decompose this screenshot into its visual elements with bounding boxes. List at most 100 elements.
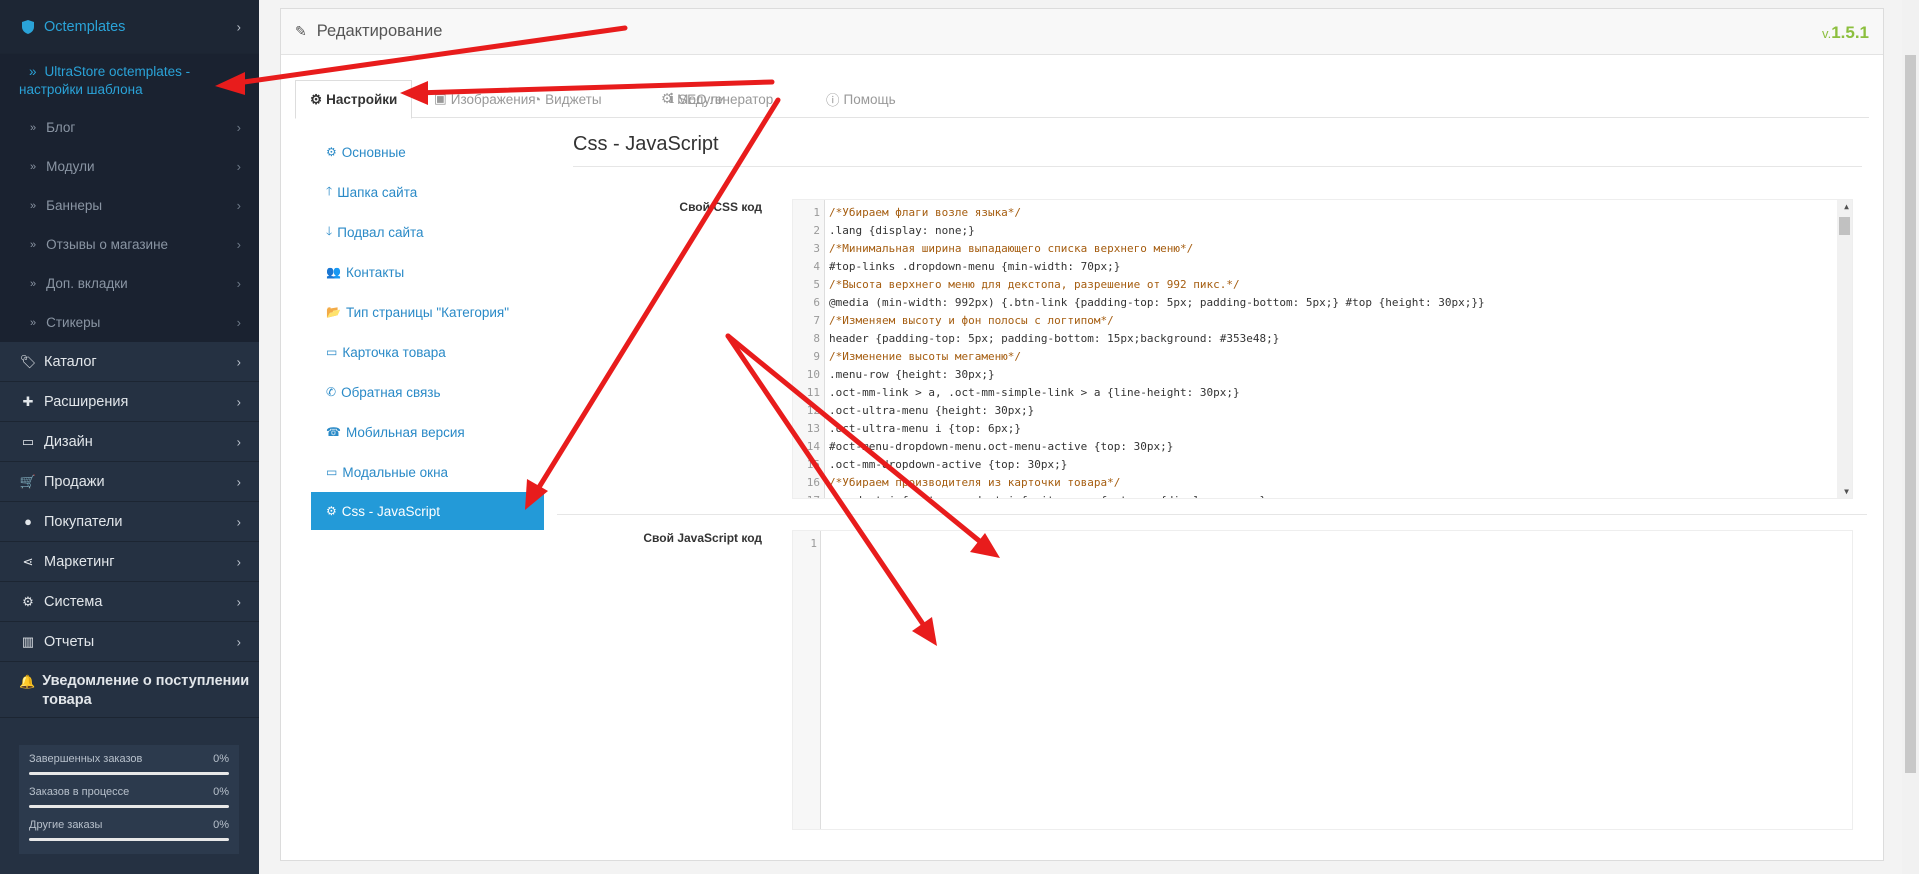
bell-icon: 🔔 (19, 674, 36, 689)
tab-label: Помощь (843, 91, 896, 107)
order-stat: Завершенных заказов 0% (29, 753, 229, 786)
line-number: 15 (806, 458, 820, 471)
sidebar-item-label: Маркетинг (44, 553, 115, 570)
code-line: 16 /*Убираем производителя из карточки то… (793, 474, 1837, 492)
nav-item[interactable]: ☎ Мобильная версия (311, 412, 544, 452)
nav-item-label: Подвал сайта (337, 224, 424, 240)
chevron-right-icon: › (236, 315, 241, 330)
editor-scrollbar[interactable]: ▲ ▼ (1837, 200, 1852, 498)
double-chevron-icon: » (29, 64, 37, 79)
tab-settings[interactable]: ⚙ Настройки (295, 80, 413, 119)
sidebar-item-label: Дизайн (44, 433, 93, 450)
code-line: 6 @media (min-width: 992px) {.btn-link {p… (793, 294, 1837, 312)
sidebar-subitem[interactable]: » Отзывы о магазине › (0, 225, 259, 264)
puzzle-icon: ✚ (22, 393, 34, 409)
line-number: 13 (806, 422, 820, 435)
gear-icon: ⚙ (326, 504, 337, 518)
line-number: 17 (793, 492, 820, 498)
js-code-editor[interactable]: 1 (792, 530, 1853, 830)
settings-nav: ⚙ Основные 🡑 Шапка сайта 🡓 Подвал сайта 👥 Конта… (311, 132, 544, 530)
editor-scroll-thumb[interactable] (1839, 217, 1850, 235)
tab-item[interactable]: ⓘ Помощь (826, 80, 896, 118)
code-text: .oct-ultra-menu {height: 30px;} (829, 404, 1035, 417)
scroll-down-icon[interactable]: ▼ (1844, 487, 1849, 496)
nav-item[interactable]: ⚙ Основные (311, 132, 544, 172)
info-icon: ℹ (669, 91, 675, 106)
content-area: Css - JavaScript (573, 133, 1869, 167)
css-code-label: Свой CSS код (679, 200, 762, 214)
chevron-right-icon: › (236, 554, 241, 569)
nav-item[interactable]: ▭ Карточка товара (311, 332, 544, 372)
chevron-right-icon: › (236, 354, 241, 369)
tab-item[interactable]: ▣ Изображения (434, 80, 536, 118)
sidebar-item[interactable]: ▭ Дизайн › (0, 422, 259, 462)
page-scroll-thumb[interactable] (1905, 55, 1916, 773)
sidebar-subitem[interactable]: » Доп. вкладки › (0, 264, 259, 303)
nav-item-label: Карточка товара (342, 344, 446, 360)
order-stat-bar (29, 838, 229, 841)
sidebar-subitem[interactable]: » Модули › (0, 147, 259, 186)
tab-item[interactable]: ◔ Виджеты (533, 80, 602, 118)
gear-icon: ⚙ (22, 593, 34, 609)
double-chevron-icon: » (30, 199, 37, 212)
order-stat-label: Другие заказы (29, 819, 103, 831)
gear-icon: ⚙ (326, 145, 337, 159)
sidebar-item[interactable]: 🛒 Продажи › (0, 462, 259, 502)
tab-label: Изображения (450, 91, 536, 107)
css-code-editor[interactable]: 1 /*Убираем флаги возле языка*/ 2 .lang {di… (792, 199, 1853, 499)
nav-item[interactable]: 👥 Контакты (311, 252, 544, 292)
sidebar-item[interactable]: ● Покупатели › (0, 502, 259, 542)
page-scrollbar[interactable] (1902, 0, 1919, 874)
version-label: v.1.5.1 (1822, 23, 1869, 43)
sidebar-subitem[interactable]: » Блог › (0, 108, 259, 147)
tab-label: Виджеты (545, 91, 602, 107)
sidebar-item-label: Расширения (44, 393, 129, 410)
sidebar-item[interactable]: ▥ Отчеты › (0, 622, 259, 662)
folder-open-icon: 📂 (326, 305, 341, 319)
code-text: /*Убираем производителя из карточки това… (829, 476, 1121, 489)
sidebar-subitem[interactable]: » Баннеры › (0, 186, 259, 225)
code-text: header {padding-top: 5px; padding-bottom… (829, 332, 1280, 345)
nav-item[interactable]: 📂 Тип страницы "Категория" (311, 292, 544, 332)
chevron-right-icon: › (236, 237, 241, 252)
sidebar-item[interactable]: 🔔 Уведомление о поступлении товара (0, 662, 259, 718)
nav-item[interactable]: 🡓 Подвал сайта (311, 212, 544, 252)
line-number: 16 (806, 476, 820, 489)
code-line: 7 /*Изменяем высоту и фон полосы с логтип… (793, 312, 1837, 330)
nav-item-label: Основные (341, 144, 406, 160)
nav-item-label: Тип страницы "Категория" (345, 304, 510, 320)
order-stat-label: Завершенных заказов (29, 753, 143, 765)
sidebar-item-label: Octemplates (44, 18, 126, 35)
sidebar-item[interactable]: ⋖ Маркетинг › (0, 542, 259, 582)
sidebar-item[interactable]: ⚙ Система › (0, 582, 259, 622)
sidebar-subitem[interactable]: » Стикеры › (0, 303, 259, 342)
divider (557, 514, 1867, 515)
nav-item[interactable]: ✆ Обратная связь (311, 372, 544, 412)
chevron-right-icon: › (236, 120, 241, 135)
nav-item[interactable]: ⚙ Css - JavaScript (311, 492, 544, 530)
nav-item[interactable]: 🡑 Шапка сайта (311, 172, 544, 212)
nav-item[interactable]: ▭ Модальные окна (311, 452, 544, 492)
tab-item[interactable]: ℹ SEO генератор (669, 80, 773, 118)
code-line: 2 .lang {display: none;} (793, 222, 1837, 240)
chevron-right-icon: › (236, 159, 241, 174)
order-stat-value: 0% (213, 819, 229, 831)
sidebar-item-octemplates[interactable]: Octemplates › (0, 0, 259, 54)
sidebar-subitem-label: UltraStore octemplates - настройки шабло… (19, 64, 191, 97)
sidebar-item-label: Уведомление о поступлении товара (42, 673, 250, 708)
code-line: 5 /*Высота верхнего меню для декстопа, ра… (793, 276, 1837, 294)
bar-chart-icon: ▥ (21, 633, 35, 649)
code-line: 8 header {padding-top: 5px; padding-botto… (793, 330, 1837, 348)
chevron-right-icon: › (236, 394, 241, 409)
sidebar-item[interactable]: 🏷 Каталог › (0, 342, 259, 382)
nav-item-label: Модальные окна (342, 464, 449, 480)
line-number: 4 (813, 260, 820, 273)
sidebar-subitem-ultrastore-settings[interactable]: » UltraStore octemplates - настройки шабл… (0, 54, 259, 108)
phone-icon: ✆ (326, 385, 337, 399)
cart-icon: 🛒 (19, 473, 37, 489)
sidebar-subitem-label: Стикеры (46, 315, 101, 330)
sidebar-item[interactable]: ✚ Расширения › (0, 382, 259, 422)
code-text: .oct-mm-link > a, .oct-mm-simple-link > … (829, 386, 1240, 399)
scroll-up-icon[interactable]: ▲ (1844, 202, 1849, 211)
code-text: .oct-ultra-menu i {top: 6px;} (829, 422, 1022, 435)
